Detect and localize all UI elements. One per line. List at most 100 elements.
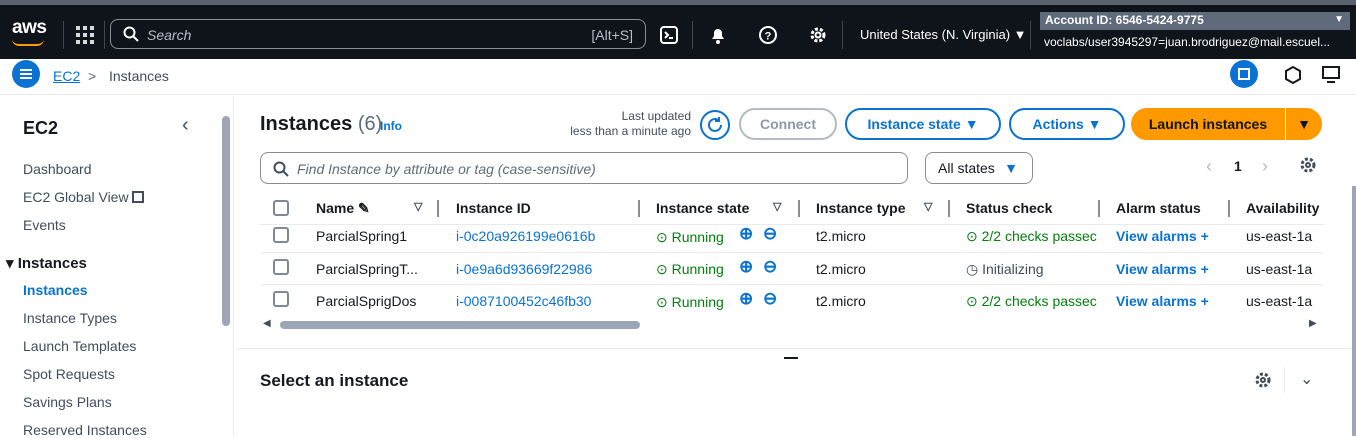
top-navigation-bar: aws Search [Alt+S] ? United States (N. V… — [0, 0, 1356, 59]
gear-icon[interactable] — [1254, 371, 1272, 389]
gear-icon[interactable] — [1299, 156, 1317, 174]
instance-type: t2.micro — [816, 293, 866, 309]
view-alarms-link[interactable]: View alarms + — [1116, 228, 1209, 244]
actions-button[interactable]: Actions ▼ — [1009, 108, 1125, 140]
instance-id-link[interactable]: i-0e9a6d93669f22986 — [456, 261, 592, 277]
view-alarms-link[interactable]: View alarms + — [1116, 261, 1209, 277]
search-icon — [123, 26, 139, 42]
region-selector[interactable]: United States (N. Virginia) ▼ — [860, 27, 1027, 42]
page-number[interactable]: 1 — [1234, 158, 1242, 174]
filter-icon[interactable]: ▽ — [414, 200, 422, 213]
tools-panel-icon[interactable] — [1321, 65, 1341, 85]
sidebar-item-spot-requests[interactable]: Spot Requests — [23, 366, 115, 382]
sidebar-section-instances[interactable]: ▾ Instances — [6, 254, 87, 272]
zoom-in-icon[interactable]: ⊕ — [739, 257, 753, 277]
column-header-alarm-status[interactable]: Alarm status — [1116, 200, 1201, 216]
chevron-down-icon[interactable]: ⌄ — [1300, 369, 1313, 389]
column-header-name[interactable]: Name ✎ — [316, 200, 370, 217]
search-icon — [273, 161, 289, 177]
prev-page-icon[interactable]: ‹ — [1206, 156, 1212, 177]
info-link[interactable]: Info — [380, 119, 402, 133]
services-grid-icon[interactable] — [76, 26, 94, 44]
zoom-out-icon[interactable]: ⊖ — [763, 224, 777, 244]
instance-state: ⊙ Running — [656, 229, 724, 245]
zoom-out-icon[interactable]: ⊖ — [763, 289, 777, 309]
instance-name: ParcialSprigDos — [316, 293, 417, 309]
zoom-out-icon[interactable]: ⊖ — [763, 257, 777, 277]
scroll-right-icon[interactable]: ▶ — [1309, 318, 1317, 329]
sidebar-item-instance-types[interactable]: Instance Types — [23, 310, 117, 326]
instance-id-link[interactable]: i-0c20a926199e0616b — [456, 228, 595, 244]
launch-instances-button[interactable]: Launch instances — [1131, 108, 1285, 140]
column-header-status-check[interactable]: Status check — [966, 200, 1052, 216]
instance-state-button[interactable]: Instance state ▼ — [845, 108, 1001, 140]
sidebar-item-global-view[interactable]: EC2 Global View — [23, 189, 145, 205]
next-page-icon[interactable]: › — [1262, 156, 1268, 177]
sidebar-item-launch-templates[interactable]: Launch Templates — [23, 338, 136, 354]
search-placeholder: Search — [147, 27, 192, 43]
row-checkbox[interactable] — [273, 227, 289, 243]
zoom-in-icon[interactable]: ⊕ — [739, 224, 753, 244]
external-link-icon — [132, 191, 145, 203]
filter-input[interactable]: Find Instance by attribute or tag (case-… — [260, 152, 908, 184]
column-header-instance-state[interactable]: Instance state — [656, 200, 749, 216]
sidebar-item-savings-plans[interactable]: Savings Plans — [23, 394, 112, 410]
instance-state: ⊙ Running — [656, 294, 724, 310]
help-panel-icon[interactable] — [1284, 66, 1302, 84]
column-header-instance-type[interactable]: Instance type — [816, 200, 905, 216]
instance-id-link[interactable]: i-0087100452c46fb30 — [456, 293, 591, 309]
resize-handle[interactable] — [784, 357, 798, 359]
breadcrumb-separator-icon: > — [88, 68, 97, 84]
zoom-in-icon[interactable]: ⊕ — [739, 289, 753, 309]
status-check: ◷ Initializing — [966, 261, 1044, 277]
side-nav-toggle-button[interactable] — [12, 60, 40, 88]
aws-logo[interactable]: aws — [12, 17, 47, 46]
sidebar-title: EC2 — [23, 118, 59, 138]
column-header-instance-id[interactable]: Instance ID — [456, 200, 531, 216]
sidebar-item-dashboard[interactable]: Dashboard — [23, 161, 92, 177]
instance-type: t2.micro — [816, 228, 866, 244]
sidebar-item-events[interactable]: Events — [23, 217, 66, 233]
settings-icon[interactable] — [808, 25, 828, 45]
view-alarms-link[interactable]: View alarms + — [1116, 293, 1209, 309]
refresh-icon[interactable] — [699, 109, 731, 141]
account-menu[interactable]: Account ID: 6546-5424-9775 ▼ — [1040, 12, 1350, 30]
collapse-sidebar-icon[interactable]: ‹ — [182, 114, 189, 137]
chevron-down-icon: ▼ — [1334, 14, 1344, 25]
column-header-availability[interactable]: Availability — [1246, 200, 1319, 216]
cloudshell-icon[interactable] — [659, 25, 679, 45]
breadcrumb-current: Instances — [109, 68, 169, 84]
states-select[interactable]: All states ▼ — [925, 152, 1033, 184]
details-title: Select an instance — [260, 371, 409, 390]
launch-dropdown-button[interactable]: ▼ — [1286, 108, 1322, 140]
status-check: ⊙ 2/2 checks passec — [966, 293, 1097, 309]
scroll-left-icon[interactable]: ◀ — [263, 318, 271, 329]
select-all-checkbox[interactable] — [273, 200, 289, 216]
details-panel: Select an instance ⌄ — [236, 348, 1356, 436]
main-content: Instances (6) Info Last updated less than… — [236, 96, 1356, 436]
search-shortcut: [Alt+S] — [591, 27, 633, 43]
filter-icon[interactable]: ▽ — [773, 200, 781, 213]
notifications-panel-button[interactable] — [1230, 60, 1258, 88]
connect-button[interactable]: Connect — [739, 108, 837, 140]
sidebar: EC2 ‹ Dashboard EC2 Global View Events ▾… — [0, 96, 234, 438]
sidebar-item-instances[interactable]: Instances — [23, 282, 88, 298]
bell-icon[interactable] — [708, 25, 728, 45]
page-scrollbar[interactable] — [1352, 186, 1356, 436]
breadcrumb-ec2[interactable]: EC2 — [53, 68, 80, 84]
help-icon[interactable]: ? — [758, 25, 778, 45]
instance-name: ParcialSpring1 — [316, 228, 408, 244]
search-input[interactable]: Search [Alt+S] — [110, 19, 646, 49]
row-checkbox[interactable] — [273, 291, 289, 307]
status-check: ⊙ 2/2 checks passec — [966, 228, 1097, 244]
availability-zone: us-east-1a — [1246, 293, 1313, 309]
sidebar-scrollbar[interactable] — [222, 116, 230, 326]
instance-state: ⊙ Running — [656, 261, 724, 277]
availability-zone: us-east-1a — [1246, 261, 1313, 277]
page-title: Instances (6) — [260, 113, 383, 135]
availability-zone: us-east-1a — [1246, 228, 1313, 244]
filter-icon[interactable]: ▽ — [924, 200, 932, 213]
row-checkbox[interactable] — [273, 259, 289, 275]
instance-type: t2.micro — [816, 261, 866, 277]
table-horizontal-scrollbar[interactable] — [280, 321, 640, 329]
